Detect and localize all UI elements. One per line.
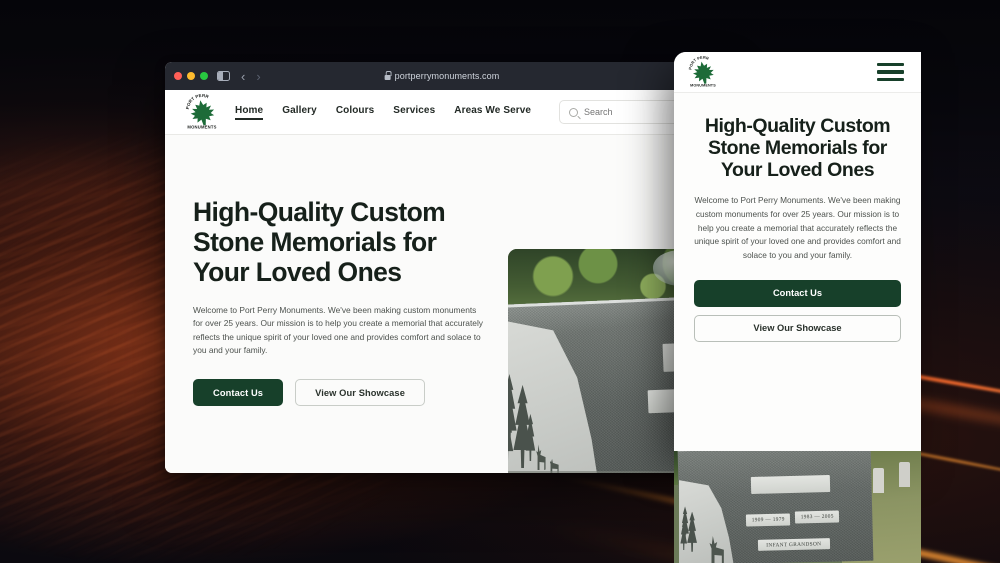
hero-description: Welcome to Port Perry Monuments. We've b… <box>193 304 483 356</box>
nav-item-areas-we-serve[interactable]: Areas We Serve <box>454 105 531 120</box>
mobile-hero: High-Quality Custom Stone Memorials for … <box>674 93 921 342</box>
site-header: PORT PERRY MONUMENTS Home Gallery Colour… <box>165 90 719 135</box>
chevron-left-icon[interactable]: ‹ <box>241 70 245 83</box>
mobile-view-showcase-button[interactable]: View Our Showcase <box>694 314 901 342</box>
search-icon <box>569 107 578 117</box>
photo-name-panel <box>750 474 830 494</box>
photo-dates-left-text: 1909 — 1979 <box>751 516 785 524</box>
nav-item-services[interactable]: Services <box>393 105 435 120</box>
hero-section: High-Quality Custom Stone Memorials for … <box>165 135 719 473</box>
etched-deer <box>536 444 546 471</box>
svg-text:MONUMENTS: MONUMENTS <box>187 125 216 130</box>
nav-item-home[interactable]: Home <box>235 105 264 120</box>
window-controls[interactable] <box>174 72 208 80</box>
mobile-monument-photo: 1909 — 1979 1983 — 2005 INFANT GRANDSON <box>674 451 921 563</box>
hamburger-menu-icon[interactable] <box>877 62 904 82</box>
main-navigation: Home Gallery Colours Services Areas We S… <box>235 105 531 120</box>
view-showcase-button[interactable]: View Our Showcase <box>295 379 425 407</box>
maple-leaf-logo[interactable]: PORT PERRY MONUMENTS <box>687 52 718 88</box>
svg-text:MONUMENTS: MONUMENTS <box>690 84 716 88</box>
hero-content: High-Quality Custom Stone Memorials for … <box>165 135 510 473</box>
minimize-window-button[interactable] <box>187 72 195 80</box>
photo-infant-text: INFANT GRANDSON <box>766 541 822 549</box>
browser-window: ‹ › portperrymonuments.com PORT PERRY <box>165 62 719 473</box>
photo-dates-panel-left: 1909 — 1979 <box>745 513 791 527</box>
page-title: High-Quality Custom Stone Memorials for … <box>193 197 446 288</box>
close-window-button[interactable] <box>174 72 182 80</box>
nav-item-colours[interactable]: Colours <box>336 105 374 120</box>
mobile-contact-us-button[interactable]: Contact Us <box>694 279 901 307</box>
maximize-window-button[interactable] <box>200 72 208 80</box>
url-text: portperrymonuments.com <box>394 71 500 81</box>
mobile-hero-description: Welcome to Port Perry Monuments. We've b… <box>694 195 901 261</box>
photo-dates-right-text: 1983 — 2005 <box>800 514 834 522</box>
etched-deer <box>709 536 724 563</box>
maple-leaf-logo[interactable]: PORT PERRY MONUMENTS <box>185 94 219 130</box>
mobile-preview-panel: PORT PERRY MONUMENTS High-Quality Custom… <box>674 52 921 451</box>
nav-item-gallery[interactable]: Gallery <box>282 105 317 120</box>
mobile-cta-group: Contact Us View Our Showcase <box>694 279 901 342</box>
browser-toolbar: ‹ › portperrymonuments.com <box>165 62 719 90</box>
mobile-page-title: High-Quality Custom Stone Memorials for … <box>704 115 891 182</box>
lock-icon <box>384 71 392 80</box>
sidebar-toggle-icon[interactable] <box>217 71 230 81</box>
mobile-header: PORT PERRY MONUMENTS <box>674 52 921 93</box>
photo-dates-panel-right: 1983 — 2005 <box>794 510 840 525</box>
contact-us-button[interactable]: Contact Us <box>193 379 284 407</box>
address-bar[interactable]: portperrymonuments.com <box>384 62 500 90</box>
desktop-screen: ‹ › portperrymonuments.com PORT PERRY <box>0 0 1000 563</box>
hero-cta-group: Contact Us View Our Showcase <box>193 379 510 407</box>
chevron-right-icon[interactable]: › <box>256 70 260 83</box>
